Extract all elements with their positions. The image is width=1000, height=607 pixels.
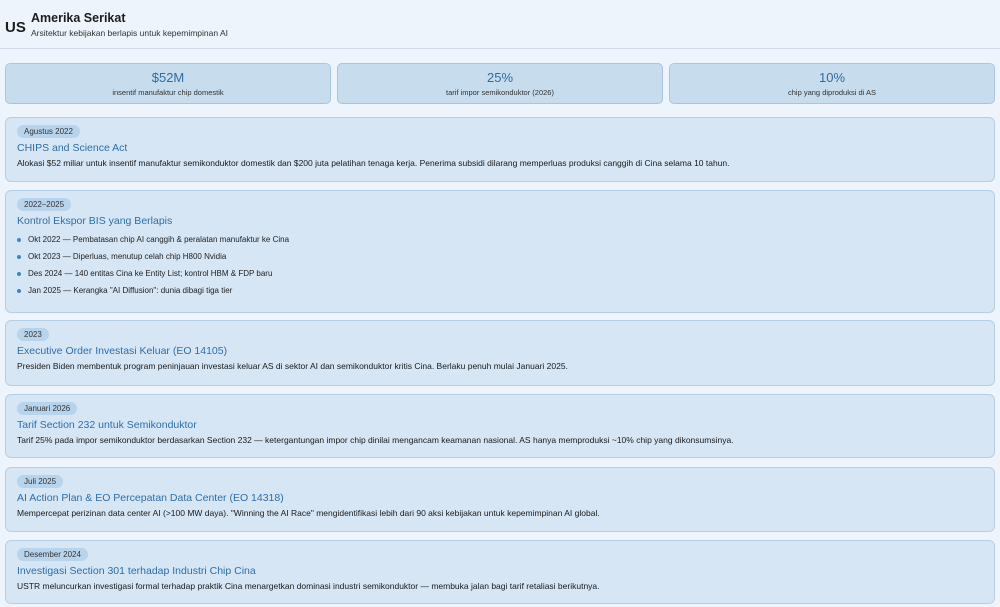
list-item: Okt 2023 — Diperluas, menutup celah chip… <box>17 251 289 268</box>
stat-card-domestic-share: 10% chip yang diproduksi di AS <box>669 63 995 104</box>
timeline-card-outbound-investment: 2023 Executive Order Investasi Keluar (E… <box>5 320 995 386</box>
bullet-dot-icon <box>17 255 21 259</box>
stat-card-tariff: 25% tarif impor semikonduktor (2026) <box>337 63 663 104</box>
list-item: Jan 2025 — Kerangka "AI Diffusion": duni… <box>17 285 289 302</box>
list-item-text: Okt 2023 — Diperluas, menutup celah chip… <box>28 252 227 261</box>
card-title: CHIPS and Science Act <box>17 142 128 154</box>
list-item: Des 2024 — 140 entitas Cina ke Entity Li… <box>17 268 289 285</box>
card-description: USTR meluncurkan investigasi formal terh… <box>17 581 600 591</box>
stat-card-incentive: $52M insentif manufaktur chip domestik <box>5 63 331 104</box>
flag-label: US <box>5 19 26 36</box>
bullet-dot-icon <box>17 272 21 276</box>
card-title: AI Action Plan & EO Percepatan Data Cent… <box>17 492 284 504</box>
card-title: Tarif Section 232 untuk Semikonduktor <box>17 419 197 431</box>
stat-value: $52M <box>151 70 185 85</box>
card-title: Executive Order Investasi Keluar (EO 141… <box>17 345 228 357</box>
bullet-dot-icon <box>17 238 21 242</box>
list-item: Okt 2022 — Pembatasan chip AI canggih & … <box>17 234 289 251</box>
list-item-text: Jan 2025 — Kerangka "AI Diffusion": duni… <box>28 286 233 295</box>
timeline-card-export-controls: 2022–2025 Kontrol Ekspor BIS yang Berlap… <box>5 190 995 313</box>
date-badge: Agustus 2022 <box>17 125 80 138</box>
date-badge: 2023 <box>17 328 49 341</box>
card-title: Kontrol Ekspor BIS yang Berlapis <box>17 215 173 227</box>
bullet-dot-icon <box>17 289 21 293</box>
list-item-text: Okt 2022 — Pembatasan chip AI canggih & … <box>28 235 290 244</box>
card-description: Tarif 25% pada impor semikonduktor berda… <box>17 435 734 445</box>
bullet-list: Okt 2022 — Pembatasan chip AI canggih & … <box>17 234 289 302</box>
page-header: US Amerika Serikat Arsitektur kebijakan … <box>0 0 1000 49</box>
card-description: Mempercepat perizinan data center AI (>1… <box>17 508 600 518</box>
stat-label: insentif manufaktur chip domestik <box>112 88 224 97</box>
page-subtitle: Arsitektur kebijakan berlapis untuk kepe… <box>31 28 229 38</box>
stat-label: chip yang diproduksi di AS <box>788 88 876 97</box>
card-description: Alokasi $52 miliar untuk insentif manufa… <box>17 158 730 168</box>
card-description: Presiden Biden membentuk program peninja… <box>17 361 568 371</box>
date-badge: Januari 2026 <box>17 402 78 415</box>
stat-label: tarif impor semikonduktor (2026) <box>446 88 554 97</box>
date-badge: Juli 2025 <box>17 475 64 488</box>
card-title: Investigasi Section 301 terhadap Industr… <box>17 565 256 577</box>
timeline-card-ai-action-plan: Juli 2025 AI Action Plan & EO Percepatan… <box>5 467 995 532</box>
date-badge: Desember 2024 <box>17 548 88 561</box>
timeline-card-chips-act: Agustus 2022 CHIPS and Science Act Aloka… <box>5 117 995 182</box>
list-item-text: Des 2024 — 140 entitas Cina ke Entity Li… <box>28 269 273 278</box>
page-title: Amerika Serikat <box>31 11 126 25</box>
date-badge: 2022–2025 <box>17 198 72 211</box>
timeline-card-section-232: Januari 2026 Tarif Section 232 untuk Sem… <box>5 394 995 458</box>
stat-value: 10% <box>818 70 846 85</box>
timeline-card-section-301: Desember 2024 Investigasi Section 301 te… <box>5 540 995 604</box>
stat-value: 25% <box>486 70 514 85</box>
